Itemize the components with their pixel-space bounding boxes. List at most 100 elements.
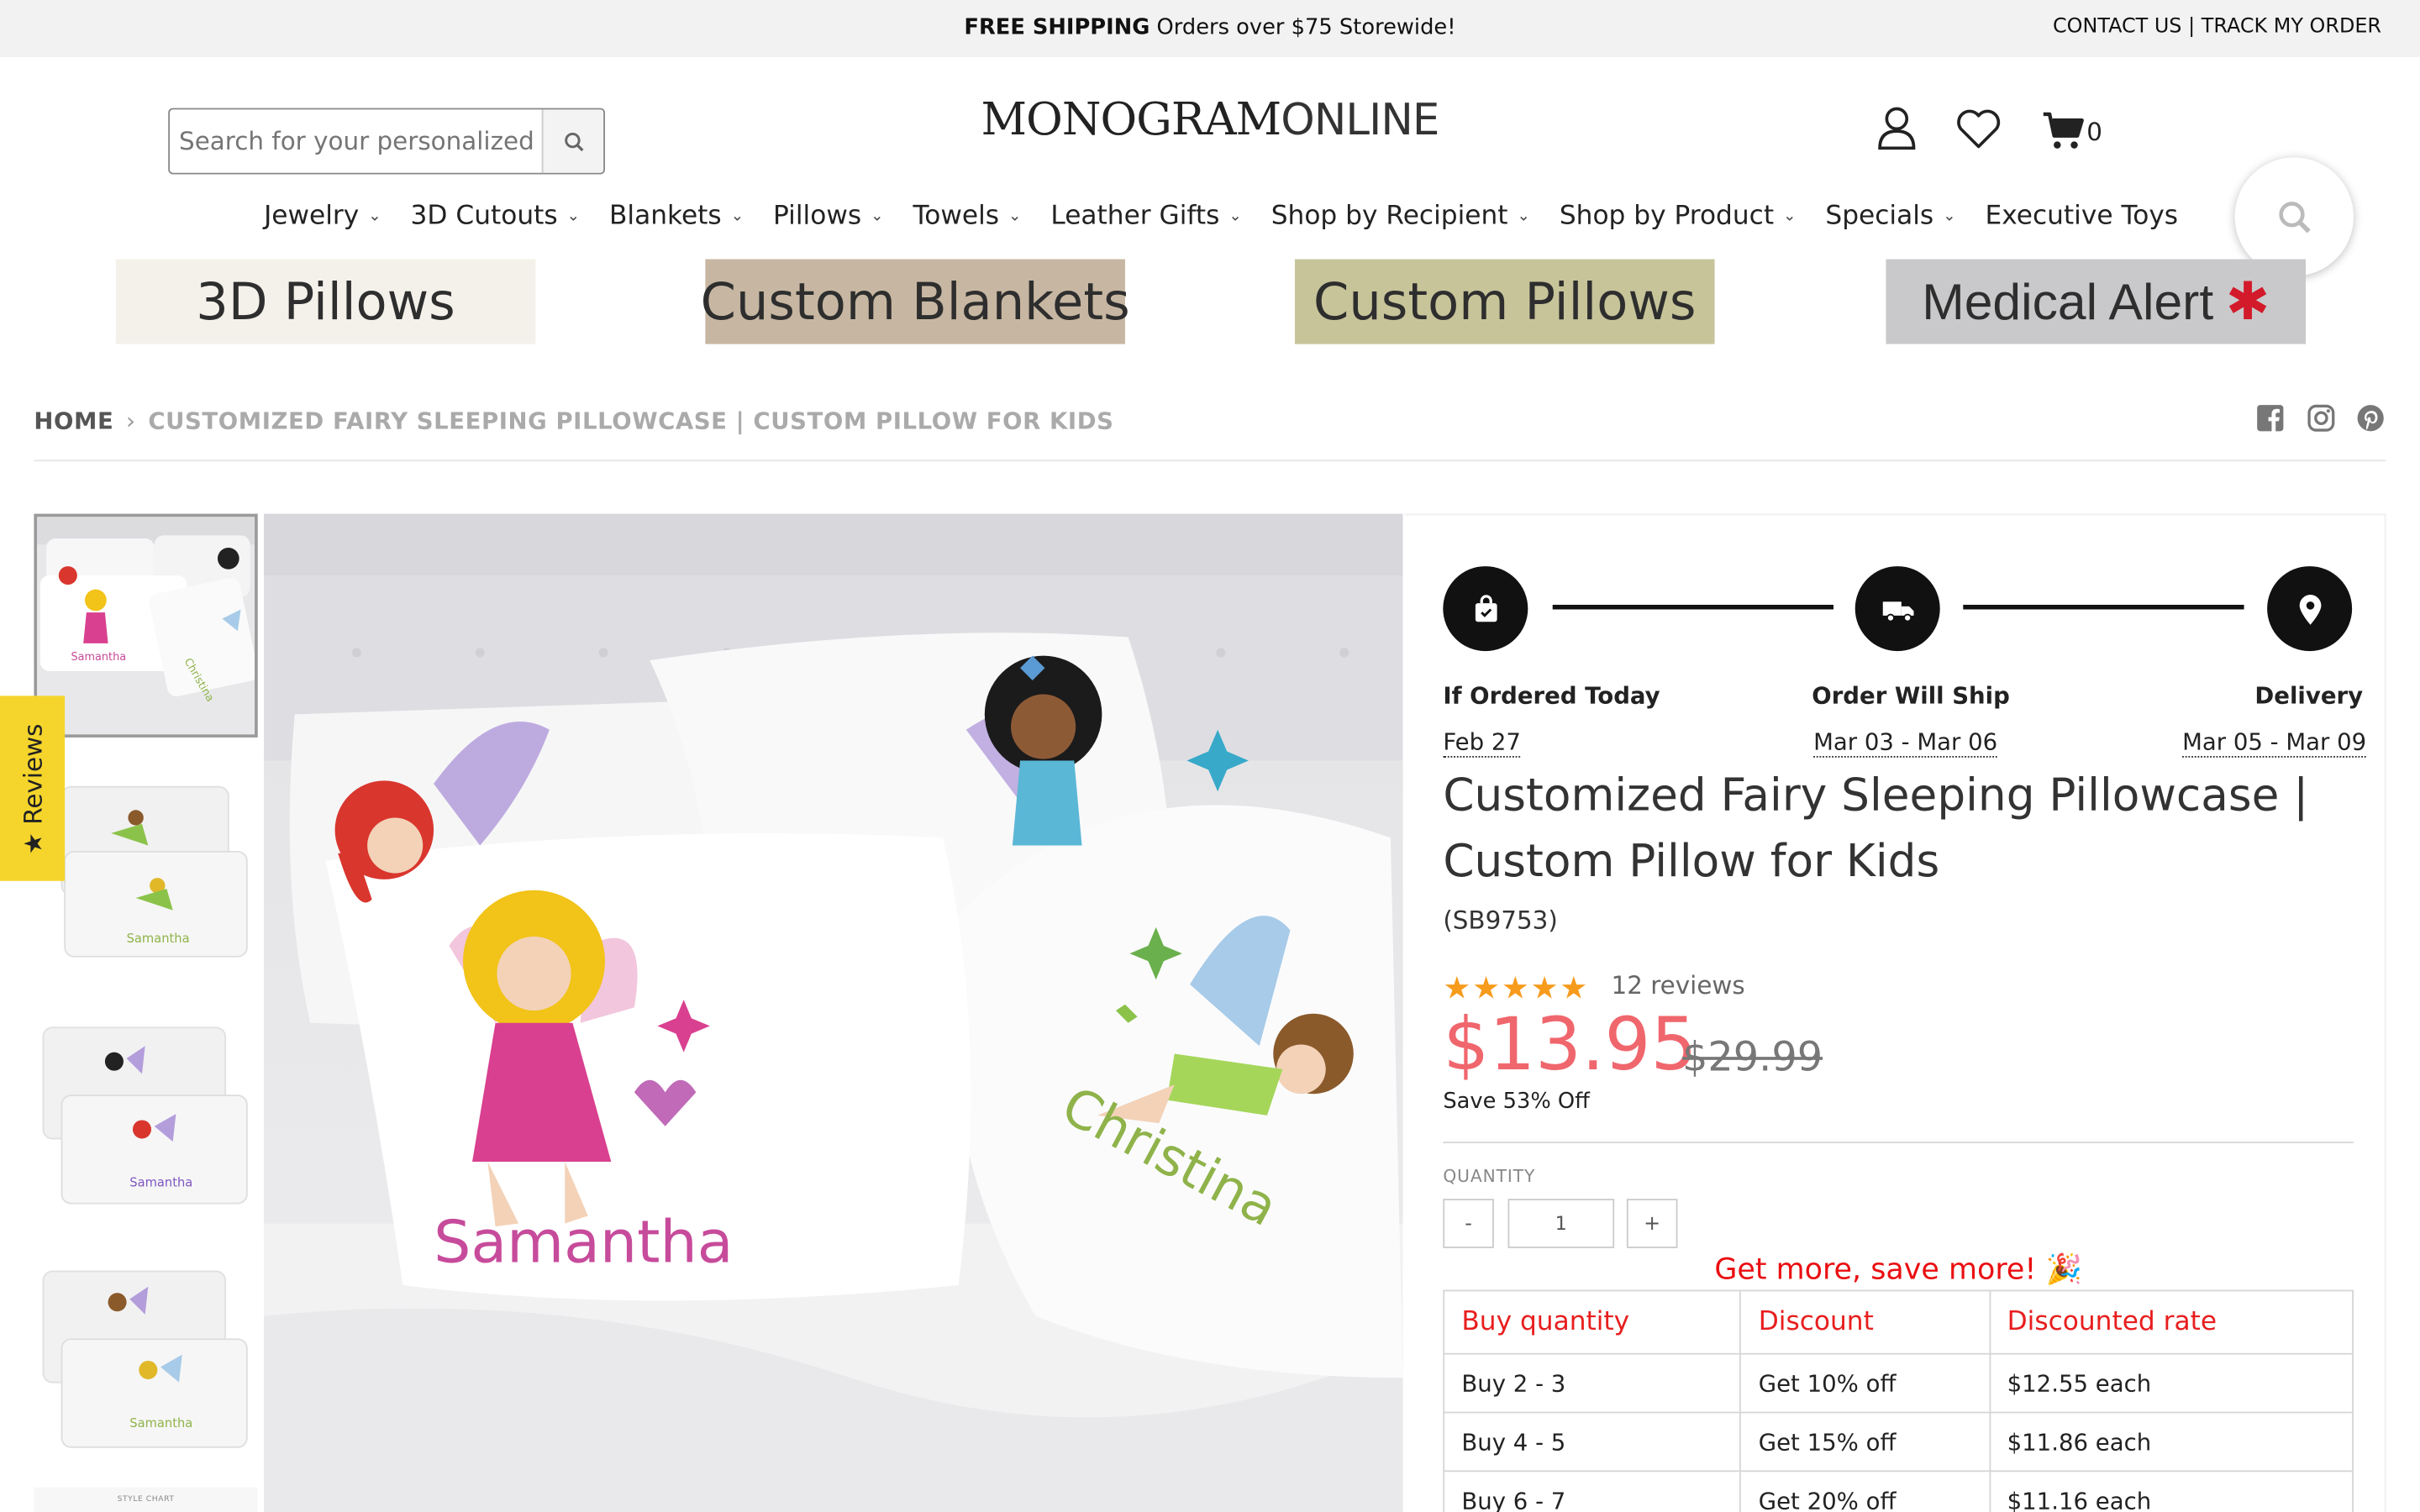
nav-label: Shop by Recipient xyxy=(1270,200,1508,232)
nav-3d-cutouts[interactable]: 3D Cutouts ⌄ xyxy=(411,201,581,232)
promo-bold: FREE SHIPPING xyxy=(964,15,1150,40)
site-logo[interactable]: MONOGRAMONLINE xyxy=(926,92,1494,144)
table-row: Buy 6 - 7 Get 20% off $11.16 each xyxy=(1443,1470,2354,1512)
table-row: Buy 4 - 5 Get 15% off $11.86 each xyxy=(1443,1411,2354,1473)
chevron-down-icon: ⌄ xyxy=(368,207,381,225)
announcement-bar: FREE SHIPPING Orders over $75 Storewide!… xyxy=(0,0,2420,57)
delivery-date: Mar 05 - Mar 09 xyxy=(2182,727,2367,758)
thumbnail-3-image: Samantha xyxy=(34,1000,258,1224)
contact-us-link[interactable]: CONTACT US xyxy=(2053,15,2181,39)
floating-search-button[interactable] xyxy=(2234,157,2354,276)
nav-blankets[interactable]: Blankets ⌄ xyxy=(609,201,744,232)
truck-icon xyxy=(1881,601,1913,622)
style-chart-label: STYLE CHART xyxy=(117,1494,175,1504)
breadcrumb-divider xyxy=(34,459,2386,462)
ordered-date: Feb 27 xyxy=(1443,727,1521,758)
breadcrumb-separator: › xyxy=(126,407,136,435)
banner-custom-pillows[interactable]: Custom Pillows xyxy=(1294,259,1715,344)
nav-pillows[interactable]: Pillows ⌄ xyxy=(773,201,884,232)
product-sku: (SB9753) xyxy=(1443,906,1558,936)
link-separator: | xyxy=(2181,15,2202,39)
table-header: Buy quantity xyxy=(1443,1289,1742,1355)
search-button[interactable] xyxy=(541,109,604,173)
nav-jewelry[interactable]: Jewelry ⌄ xyxy=(264,201,381,232)
pinterest-icon[interactable] xyxy=(2357,404,2385,432)
chevron-down-icon: ⌄ xyxy=(730,207,744,225)
table-cell: $12.55 each xyxy=(1988,1352,2354,1414)
product-title: Customized Fairy Sleeping Pillowcase | C… xyxy=(1443,768,2309,888)
banner-label: Custom Blankets xyxy=(700,271,1130,332)
table-cell: Get 20% off xyxy=(1739,1470,1991,1512)
reviews-tab-label: ★ Reviews xyxy=(18,722,48,854)
reviews-tab[interactable]: ★ Reviews xyxy=(0,696,66,881)
table-row: Buy 2 - 3 Get 10% off $12.55 each xyxy=(1443,1352,2354,1414)
cart-button[interactable] xyxy=(2042,111,2085,157)
breadcrumb: HOME › CUSTOMIZED FAIRY SLEEPING PILLOWCAS… xyxy=(34,407,1113,435)
search-icon xyxy=(564,132,583,151)
ordered-step xyxy=(1443,566,1528,652)
nav-specials[interactable]: Specials ⌄ xyxy=(1825,201,1955,232)
banner-3d-pillows[interactable]: 3D Pillows xyxy=(115,259,536,344)
thumbnail-3[interactable]: Samantha xyxy=(34,1000,258,1224)
instagram-icon[interactable] xyxy=(2307,404,2335,432)
nav-label: Towels xyxy=(913,200,1000,232)
thumbnail-5[interactable]: STYLE CHART xyxy=(34,1487,258,1512)
thumbnail-name: Samantha xyxy=(129,1175,192,1189)
banner-medical-alert[interactable]: Medical Alert ✱ xyxy=(1886,259,2307,344)
table-cell: Buy 2 - 3 xyxy=(1443,1352,1742,1414)
cart-count: 0 xyxy=(2086,117,2102,147)
logo-light: ONLINE xyxy=(1281,94,1439,145)
search-box xyxy=(168,108,605,175)
thumbnail-4-image: Samantha xyxy=(34,1243,258,1467)
thumbnail-2[interactable]: Samantha xyxy=(34,755,258,980)
ship-date: Mar 03 - Mar 06 xyxy=(1813,727,1998,758)
nav-label: Specials xyxy=(1825,200,1934,232)
table-cell: $11.86 each xyxy=(1988,1411,2354,1473)
volume-discount-table: Buy quantity Discount Discounted rate Bu… xyxy=(1443,1289,2354,1512)
nav-shop-by-recipient[interactable]: Shop by Recipient ⌄ xyxy=(1271,201,1530,232)
thumbnail-1[interactable]: Samantha Christina xyxy=(34,513,258,738)
quantity-decrease-button[interactable]: - xyxy=(1443,1199,1494,1248)
account-button[interactable] xyxy=(1876,105,1918,157)
banner-custom-blankets[interactable]: Custom Blankets xyxy=(701,259,1130,344)
search-input[interactable] xyxy=(170,109,540,173)
nav-executive-toys[interactable]: Executive Toys xyxy=(1986,201,2179,232)
table-header-row: Buy quantity Discount Discounted rate xyxy=(1443,1289,2354,1355)
logo-main: MONOGRAM xyxy=(981,92,1281,145)
price-divider xyxy=(1443,1142,2354,1143)
table-header: Discounted rate xyxy=(1988,1289,2354,1355)
quantity-input[interactable] xyxy=(1507,1199,1615,1248)
track-order-link[interactable]: TRACK MY ORDER xyxy=(2202,15,2381,39)
facebook-icon[interactable] xyxy=(2256,404,2284,433)
delivery-label: Delivery xyxy=(2254,681,2364,710)
shopping-bag-icon xyxy=(1474,594,1497,622)
heart-icon xyxy=(1957,109,2001,149)
compare-price: $29.99 xyxy=(1682,1035,1823,1082)
thumbnail-2-image: Samantha xyxy=(34,755,258,980)
review-count-link[interactable]: 12 reviews xyxy=(1612,970,1745,1000)
pillow-name-left: Samantha xyxy=(434,1208,733,1276)
table-header: Discount xyxy=(1739,1289,1991,1355)
nav-shop-by-product[interactable]: Shop by Product ⌄ xyxy=(1560,201,1797,232)
nav-label: 3D Cutouts xyxy=(410,200,558,232)
nav-towels[interactable]: Towels ⌄ xyxy=(913,201,1021,232)
thumbnail-4[interactable]: Samantha xyxy=(34,1243,258,1467)
quantity-increase-button[interactable]: + xyxy=(1626,1199,1678,1248)
quantity-label: QUANTITY xyxy=(1443,1166,1536,1187)
location-pin-icon xyxy=(2298,594,2321,624)
chevron-down-icon: ⌄ xyxy=(566,207,581,225)
nav-label: Leather Gifts xyxy=(1050,200,1220,232)
medical-cross-icon: ✱ xyxy=(2225,272,2270,331)
timeline-line-1 xyxy=(1552,604,1833,610)
promo-text: Orders over $75 Storewide! xyxy=(1150,15,1456,40)
chevron-down-icon: ⌄ xyxy=(871,207,884,225)
main-product-image[interactable]: Samantha Christina xyxy=(264,513,1403,1512)
cart-icon xyxy=(2043,112,2084,149)
breadcrumb-home[interactable]: HOME xyxy=(34,407,113,435)
rating-stars[interactable]: ★★★★★ xyxy=(1443,969,1589,1005)
chevron-down-icon: ⌄ xyxy=(1517,207,1530,225)
nav-leather-gifts[interactable]: Leather Gifts ⌄ xyxy=(1050,201,1241,232)
wishlist-button[interactable] xyxy=(1955,108,2002,156)
banner-label: Medical Alert xyxy=(1922,272,2214,330)
nav-label: Blankets xyxy=(608,200,722,232)
